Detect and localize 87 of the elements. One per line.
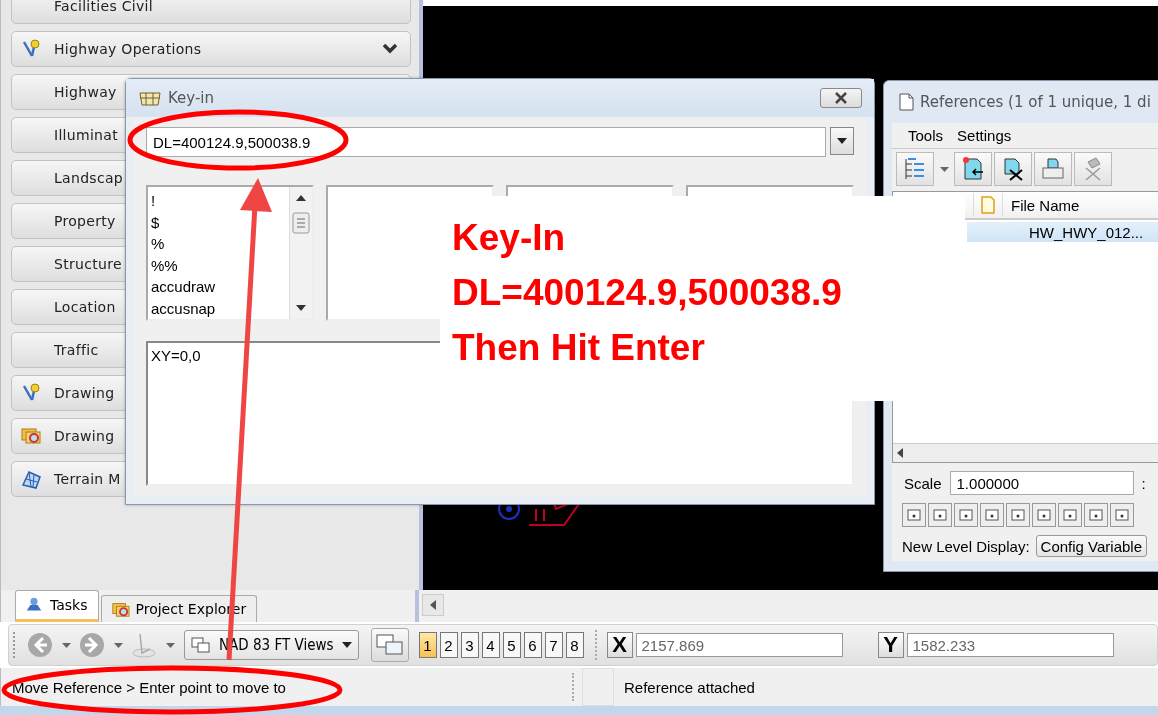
menu-item[interactable]: Tools [908, 127, 944, 144]
status-message: Reference attached [624, 678, 755, 696]
toggle-icon [984, 507, 1000, 523]
reference-tool-button[interactable] [994, 152, 1032, 186]
reference-row[interactable]: HW_HWY_012... [967, 222, 1158, 242]
caret-down-icon [165, 642, 175, 648]
toggle-icon [1036, 507, 1052, 523]
document-icon [980, 195, 996, 215]
forward-icon [78, 631, 106, 659]
menu-item[interactable]: Settings [957, 127, 1012, 144]
document-icon [898, 93, 914, 111]
command-item[interactable]: %% [151, 254, 287, 276]
x-lock-button[interactable]: X [606, 632, 633, 658]
display-toggle-button[interactable] [902, 503, 926, 527]
keyboard-icon [138, 89, 162, 107]
attach-document-icon [960, 156, 986, 182]
view-number-button[interactable]: 4 [481, 632, 500, 658]
horizontal-scrollbar[interactable] [893, 443, 1158, 462]
view-number-button[interactable]: 1 [418, 632, 437, 658]
windows-icon [375, 634, 404, 656]
sundial-icon [130, 631, 158, 659]
display-toggle-button[interactable] [1006, 503, 1030, 527]
toggle-icon [958, 507, 974, 523]
view-number-button[interactable]: 7 [544, 632, 563, 658]
display-toggle-button[interactable] [928, 503, 952, 527]
status-panel [582, 668, 614, 706]
command-list[interactable]: ! $ % %% accudraw accusnap [146, 185, 314, 321]
keyin-field[interactable]: DL=400124.9,500038.9 [146, 127, 826, 157]
arrow-left-icon [897, 448, 903, 458]
instruction-text: DL=400124.9,500038.9 [452, 271, 843, 315]
close-icon [834, 92, 848, 104]
column-header[interactable]: File Name [1003, 196, 1080, 214]
folder-search-icon [109, 600, 130, 618]
dialog-title: Key-in [168, 89, 216, 107]
windows-icon [191, 637, 211, 653]
caret-down-icon [341, 642, 352, 648]
view-windows-button[interactable] [370, 628, 409, 662]
folder-search-icon [20, 425, 42, 447]
display-toggle-button[interactable] [1084, 503, 1108, 527]
arrow-left-icon [429, 600, 437, 610]
command-item[interactable]: % [151, 233, 287, 255]
level-display-label: New Level Display: [902, 537, 1030, 555]
display-toggle-button[interactable] [1110, 503, 1134, 527]
status-prompt: Move Reference > Enter point to move to [11, 678, 287, 696]
command-item[interactable]: accusnap [151, 297, 287, 319]
command-item[interactable]: ! [151, 190, 287, 212]
level-display-dropdown[interactable]: Config Variable [1035, 535, 1147, 557]
toggle-icon [906, 507, 922, 523]
toggle-icon [1114, 507, 1130, 523]
reference-tool-button[interactable] [954, 152, 992, 186]
toggle-icon [1062, 507, 1078, 523]
window-title: References (1 of 1 unique, 1 di [920, 93, 1151, 111]
view-number-button[interactable]: 8 [565, 632, 584, 658]
panel-tab[interactable]: Tasks [15, 590, 99, 622]
back-icon [26, 631, 54, 659]
view-number-button[interactable]: 6 [523, 632, 542, 658]
toggle-icon [1088, 507, 1104, 523]
command-item[interactable]: accudraw [151, 276, 287, 298]
command-item[interactable]: $ [151, 211, 287, 233]
display-toggle-button[interactable] [954, 503, 978, 527]
toggle-icon [932, 507, 948, 523]
tree-view-button[interactable] [896, 152, 934, 186]
instruction-text: Key-In [452, 216, 567, 260]
caret-down-icon [837, 138, 847, 144]
view-number-button[interactable]: 5 [502, 632, 521, 658]
display-toggle-button[interactable] [1058, 503, 1082, 527]
y-coordinate-field[interactable]: 1582.233 [906, 633, 1114, 657]
view-number-button[interactable]: 2 [439, 632, 458, 658]
scale-label: Scale [904, 474, 942, 492]
print-document-icon [1040, 156, 1066, 182]
display-toggle-button[interactable] [1032, 503, 1056, 527]
caret-down-icon [113, 642, 123, 648]
scale-separator: : [1141, 474, 1146, 492]
toggle-icon [1010, 507, 1026, 523]
dropdown-button[interactable] [830, 127, 854, 155]
display-toggle-button[interactable] [980, 503, 1004, 527]
caret-down-icon [939, 166, 949, 172]
scale-field[interactable]: 1.000000 [949, 471, 1134, 495]
close-button[interactable] [820, 88, 862, 108]
task-group-button[interactable]: Facilities Civil [11, 0, 411, 24]
view-number-button[interactable]: 3 [460, 632, 479, 658]
x-coordinate-field[interactable]: 2157.869 [635, 633, 843, 657]
caret-down-icon [61, 642, 71, 648]
terrain-grid-icon [20, 468, 42, 490]
scroll-left-button[interactable] [422, 594, 444, 616]
task-group-button[interactable]: Highway Operations [11, 31, 411, 67]
y-lock-button[interactable]: Y [877, 632, 904, 658]
